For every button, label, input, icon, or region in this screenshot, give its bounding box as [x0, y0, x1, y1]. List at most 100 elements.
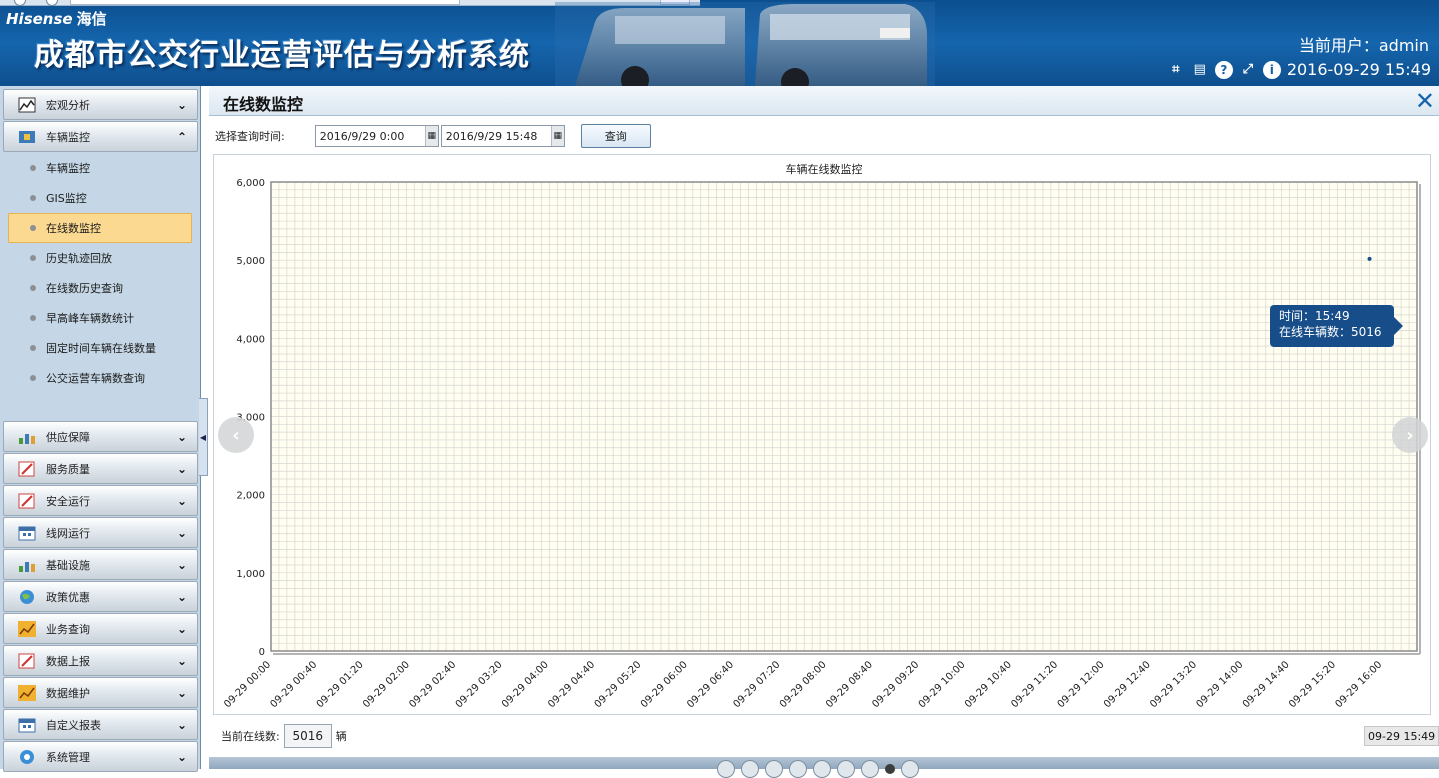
datetime-display: 2016-09-29 15:49: [1286, 60, 1431, 79]
browser-forward-icon[interactable]: [46, 0, 58, 6]
sidebar-group-policy[interactable]: 政策优惠 ⌄: [3, 581, 198, 612]
pager-dot[interactable]: [789, 760, 807, 778]
submenu-item-vehicle-monitor[interactable]: 车辆监控: [0, 153, 200, 183]
x-tick-label: 09-29 12:00: [1056, 659, 1107, 710]
x-tick-label: 09-29 01:20: [315, 659, 366, 710]
pager-dot[interactable]: [861, 760, 879, 778]
bullet-icon: [30, 375, 36, 381]
calendar-icon: [18, 525, 36, 541]
submenu-item-track-playback[interactable]: 历史轨迹回放: [0, 243, 200, 273]
x-tick-label: 09-29 02:40: [407, 659, 458, 710]
browser-address-field[interactable]: [70, 0, 460, 5]
x-tick-label: 09-29 09:20: [870, 659, 921, 710]
pager-dot[interactable]: [901, 760, 919, 778]
pager-dot-active[interactable]: [885, 764, 895, 774]
submenu-label: 在线数监控: [46, 222, 101, 235]
pager-dots: [717, 760, 919, 778]
sidebar-group-safety[interactable]: 安全运行 ⌄: [3, 485, 198, 516]
chevron-down-icon: ⌄: [176, 653, 188, 668]
bar-chart-icon: [18, 557, 36, 573]
sidebar-group-label: 系统管理: [46, 750, 90, 764]
x-tick-label: 09-29 06:40: [685, 659, 736, 710]
calendar-icon: [18, 717, 36, 733]
sidebar-group-data-report[interactable]: 数据上报 ⌄: [3, 645, 198, 676]
bus-banner-image: [555, 2, 935, 86]
y-tick-label: 1,000: [236, 569, 265, 580]
sidebar-group-label: 数据上报: [46, 654, 90, 668]
x-tick-label: 09-29 02:00: [361, 659, 412, 710]
series-point[interactable]: [1367, 256, 1372, 261]
start-time-input[interactable]: 2016/9/29 0:00 ▦: [314, 125, 439, 147]
help-icon[interactable]: ?: [1214, 60, 1233, 79]
calendar-picker-icon[interactable]: ▦: [550, 126, 564, 146]
sidebar-group-network[interactable]: 线网运行 ⌄: [3, 517, 198, 548]
x-tick-label: 09-29 12:40: [1102, 659, 1153, 710]
query-button[interactable]: 查询: [580, 124, 651, 148]
x-tick-label: 09-29 10:40: [963, 659, 1014, 710]
x-tick-label: 09-29 03:20: [454, 659, 505, 710]
sidebar-group-data-maintenance[interactable]: 数据维护 ⌄: [3, 677, 198, 708]
pager-dot[interactable]: [717, 760, 735, 778]
current-online-row: 当前在线数: 5016 辆: [221, 724, 347, 748]
current-user-label: 当前用户：admin: [1298, 36, 1429, 55]
line-chart-icon: [18, 620, 36, 637]
y-tick-label: 0: [259, 647, 265, 658]
vehicle-monitor-submenu: 车辆监控 GIS监控 在线数监控 历史轨迹回放 在线数历史查询 早高峰车辆数统计…: [0, 153, 200, 420]
sidebar-group-label: 车辆监控: [46, 130, 90, 144]
submenu-item-operating-vehicles[interactable]: 公交运营车辆数查询: [0, 363, 200, 393]
sidebar-collapse-handle[interactable]: ◀: [199, 398, 208, 476]
sidebar-group-service-quality[interactable]: 服务质量 ⌄: [3, 453, 198, 484]
online-count-label: 当前在线数:: [221, 730, 280, 743]
sidebar-group-infrastructure[interactable]: 基础设施 ⌄: [3, 549, 198, 580]
calendar-picker-icon[interactable]: ▦: [424, 126, 438, 146]
y-tick-label: 4,000: [236, 334, 265, 345]
chevron-down-icon: ⌄: [176, 525, 188, 540]
chart-prev-arrow[interactable]: ‹: [218, 417, 254, 453]
submenu-item-fixed-time-online[interactable]: 固定时间车辆在线数量: [0, 333, 200, 363]
chart-next-arrow[interactable]: ›: [1392, 417, 1428, 453]
submenu-item-morning-peak[interactable]: 早高峰车辆数统计: [0, 303, 200, 333]
sidebar-group-system-admin[interactable]: 系统管理 ⌄: [3, 741, 198, 772]
browser-back-icon[interactable]: [14, 0, 26, 6]
pager-dot[interactable]: [837, 760, 855, 778]
app-header: Hisense 海信 成都市公交行业运营评估与分析系统 当前用户：admin ⌗ …: [0, 0, 1439, 86]
pager-dot[interactable]: [765, 760, 783, 778]
sidebar-group-business-query[interactable]: 业务查询 ⌄: [3, 613, 198, 644]
bullet-icon: [30, 345, 36, 351]
sidebar-group-macro-analysis[interactable]: 宏观分析 ⌄: [3, 89, 198, 120]
close-icon[interactable]: ✕: [1415, 88, 1435, 114]
submenu-label: 早高峰车辆数统计: [46, 312, 134, 325]
chart-tooltip: 时间：15:49 在线车辆数：5016: [1270, 305, 1403, 347]
pager-dot[interactable]: [813, 760, 831, 778]
end-time-input[interactable]: 2016/9/29 15:48 ▦: [440, 125, 565, 147]
x-axis-ticks: 09-29 00:0009-29 00:4009-29 01:2009-29 0…: [222, 659, 1384, 710]
y-tick-label: 6,000: [236, 178, 265, 189]
chart-title: 车辆在线数监控: [786, 162, 863, 176]
sidebar-group-vehicle-monitor[interactable]: 车辆监控 ⌃: [3, 121, 198, 152]
fullscreen-icon[interactable]: ⤢: [1239, 61, 1257, 79]
bar-chart-icon: [18, 429, 36, 445]
submenu-item-online-history[interactable]: 在线数历史查询: [0, 273, 200, 303]
main-content: 在线数监控 ✕ 选择查询时间: 2016/9/29 0:00 ▦ 2016/9/…: [209, 86, 1439, 778]
pager-dot[interactable]: [741, 760, 759, 778]
y-tick-label: 5,000: [236, 256, 265, 267]
sidebar-group-supply[interactable]: 供应保障 ⌄: [3, 421, 198, 452]
submenu-item-online-monitor[interactable]: 在线数监控: [8, 213, 192, 243]
submenu-label: 固定时间车辆在线数量: [46, 342, 156, 355]
crop-icon[interactable]: ⌗: [1167, 61, 1185, 79]
bullet-icon: [30, 315, 36, 321]
keyboard-icon[interactable]: ▤: [1191, 61, 1209, 79]
edit-icon: [18, 461, 36, 477]
bullet-icon: [30, 285, 36, 291]
start-time-value: 2016/9/29 0:00: [319, 129, 405, 143]
bullet-icon: [30, 195, 36, 201]
sidebar-group-custom-report[interactable]: 自定义报表 ⌄: [3, 709, 198, 740]
submenu-item-gis-monitor[interactable]: GIS监控: [0, 183, 200, 213]
info-icon[interactable]: i: [1262, 60, 1281, 79]
bullet-icon: [30, 165, 36, 171]
chevron-down-icon: ⌄: [176, 493, 188, 508]
sidebar-group-label: 业务查询: [46, 622, 90, 636]
x-axis-hover-label: 09-29 15:49: [1364, 726, 1439, 746]
vehicle-monitor-icon: [18, 129, 36, 145]
header-toolbar: ⌗ ▤ ? ⤢ i 2016-09-29 15:49: [1167, 60, 1431, 79]
